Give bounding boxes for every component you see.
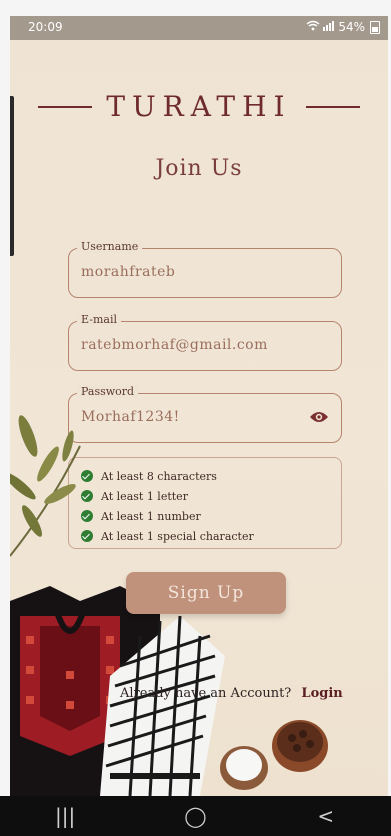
keffiyeh-icon [100, 615, 225, 796]
have-account-text: Already have an Account? [120, 686, 292, 701]
top-border [0, 0, 391, 16]
email-field[interactable]: E-mail ratebmorhaf@gmail.com [68, 313, 342, 371]
app-screen: 20:09 54% TURATHI Join Us Username morah… [10, 16, 388, 796]
status-bar: 20:09 54% [10, 16, 388, 40]
username-value: morahfrateb [81, 264, 176, 280]
wifi-icon [306, 20, 320, 34]
spice-bowl-icon [220, 720, 328, 790]
password-value: Morhaf1234! [81, 409, 180, 425]
rule-text: At least 8 characters [101, 469, 217, 483]
status-right: 54% [306, 20, 380, 34]
battery-percent: 54% [338, 20, 365, 34]
signal-icon [323, 20, 335, 34]
rule-text: At least 1 letter [101, 489, 188, 503]
password-rules-box: At least 8 characters At least 1 letter … [68, 457, 342, 549]
recent-apps-icon[interactable]: ||| [35, 804, 95, 828]
password-field[interactable]: Password Morhaf1234! [68, 385, 342, 443]
page-title: Join Us [155, 156, 243, 181]
check-icon [81, 490, 93, 502]
logo-rule-left [38, 105, 93, 108]
signup-button[interactable]: Sign Up [126, 572, 286, 614]
left-border [0, 0, 10, 836]
home-icon[interactable]: ◯ [165, 804, 225, 828]
login-prompt: Already have an Account? Login [120, 686, 343, 701]
email-label: E-mail [77, 313, 121, 326]
brand-logo: TURATHI [10, 90, 388, 123]
check-icon [81, 470, 93, 482]
status-time: 20:09 [28, 20, 63, 34]
rule-text: At least 1 number [101, 509, 201, 523]
username-label: Username [77, 240, 143, 253]
back-icon[interactable]: < [296, 804, 356, 828]
check-icon [81, 510, 93, 522]
rule-item: At least 8 characters [81, 466, 329, 486]
battery-icon [370, 20, 380, 34]
brand-name: TURATHI [106, 90, 292, 123]
password-label: Password [77, 385, 139, 398]
logo-rule-right [305, 105, 360, 108]
rule-item: At least 1 special character [81, 526, 329, 546]
login-link[interactable]: Login [301, 686, 342, 701]
email-value: ratebmorhaf@gmail.com [81, 337, 268, 353]
rule-item: At least 1 number [81, 506, 329, 526]
rule-item: At least 1 letter [81, 486, 329, 506]
check-icon [81, 530, 93, 542]
username-field[interactable]: Username morahfrateb [68, 240, 342, 298]
rule-text: At least 1 special character [101, 529, 254, 543]
eye-icon[interactable] [309, 409, 329, 423]
system-navbar: ||| ◯ < [0, 796, 391, 836]
